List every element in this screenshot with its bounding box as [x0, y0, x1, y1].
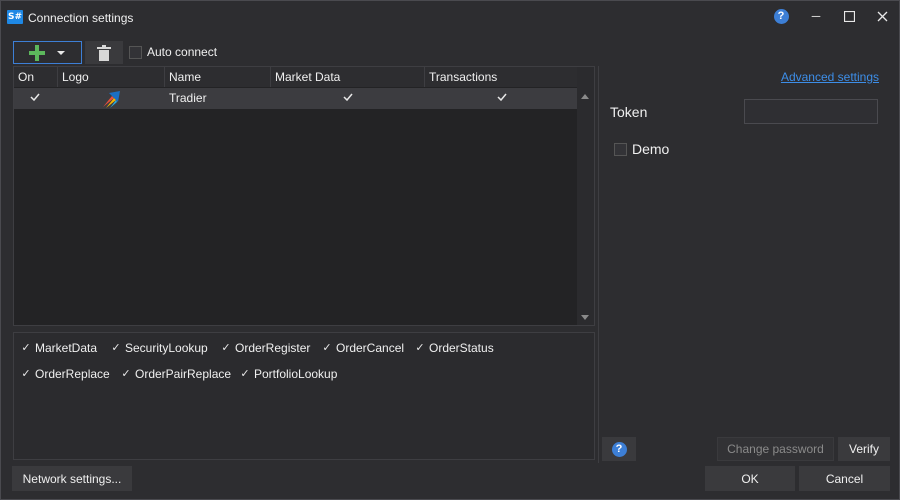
chevron-down-icon[interactable] — [56, 50, 66, 56]
capability-securitylookup[interactable]: ✓ SecurityLookup — [110, 341, 208, 355]
capability-label: SecurityLookup — [125, 341, 208, 355]
token-label: Token — [610, 104, 648, 120]
capability-label: OrderRegister — [235, 341, 311, 355]
capability-label: PortfolioLookup — [254, 367, 338, 381]
cancel-button[interactable]: Cancel — [799, 466, 890, 491]
trash-icon — [97, 44, 111, 61]
minimize-button[interactable]: ─ — [804, 6, 828, 26]
capability-orderreplace[interactable]: ✓ OrderReplace — [20, 367, 110, 381]
capability-label: OrderCancel — [336, 341, 405, 355]
check-icon: ✓ — [21, 341, 31, 354]
connections-grid: On Logo Name Market Data Transactions Tr… — [13, 66, 595, 326]
panel-divider[interactable] — [598, 66, 599, 463]
check-icon: ✓ — [221, 341, 231, 354]
column-header-name[interactable]: Name — [165, 67, 271, 87]
row-transactions-check[interactable] — [497, 88, 507, 109]
check-icon — [497, 93, 507, 102]
minimize-icon: ─ — [811, 9, 821, 23]
ok-button[interactable]: OK — [705, 466, 795, 491]
check-icon: ✓ — [322, 341, 332, 354]
demo-label: Demo — [632, 141, 670, 157]
check-icon: ✓ — [21, 367, 31, 380]
capability-label: MarketData — [35, 341, 98, 355]
auto-connect-box[interactable] — [129, 45, 142, 59]
token-input[interactable] — [744, 99, 878, 124]
check-icon — [30, 93, 40, 102]
auto-connect-label: Auto connect — [147, 45, 218, 59]
delete-connection-button[interactable] — [85, 41, 123, 64]
add-connection-button[interactable] — [13, 41, 82, 64]
check-icon: ✓ — [240, 367, 250, 380]
capability-label: OrderStatus — [429, 341, 494, 355]
capability-orderregister[interactable]: ✓ OrderRegister — [220, 341, 310, 355]
capability-orderpairreplace[interactable]: ✓ OrderPairReplace — [120, 367, 231, 381]
help-button[interactable]: ? — [769, 6, 793, 26]
grid-scrollbar[interactable] — [577, 67, 594, 325]
capabilities-panel: ✓ MarketData ✓ SecurityLookup ✓ OrderReg… — [13, 332, 595, 460]
check-icon: ✓ — [111, 341, 121, 354]
capability-marketdata[interactable]: ✓ MarketData — [20, 341, 97, 355]
advanced-settings-link[interactable]: Advanced settings — [781, 70, 879, 84]
capability-ordercancel[interactable]: ✓ OrderCancel — [321, 341, 404, 355]
check-icon: ✓ — [415, 341, 425, 354]
capability-orderstatus[interactable]: ✓ OrderStatus — [414, 341, 494, 355]
column-header-on[interactable]: On — [14, 67, 58, 87]
window-title: Connection settings — [28, 11, 134, 25]
column-header-logo[interactable]: Logo — [58, 67, 165, 87]
table-row[interactable]: Tradier — [14, 88, 578, 109]
plus-icon — [29, 44, 45, 61]
auto-connect-checkbox[interactable]: Auto connect — [129, 45, 217, 59]
check-icon — [343, 93, 353, 102]
row-market-data-check[interactable] — [343, 88, 353, 109]
column-header-transactions[interactable]: Transactions — [425, 67, 578, 87]
scroll-down-arrow-icon[interactable] — [581, 315, 589, 320]
title-bar: S# Connection settings ? ─ — [1, 1, 899, 33]
maximize-icon — [843, 10, 855, 22]
demo-checkbox[interactable]: Demo — [614, 141, 669, 157]
row-name: Tradier — [169, 91, 207, 105]
close-icon — [877, 11, 887, 21]
check-icon: ✓ — [121, 367, 131, 380]
connection-settings-window: S# Connection settings ? ─ Auto connect … — [0, 0, 900, 500]
maximize-button[interactable] — [837, 6, 861, 26]
capability-label: OrderPairReplace — [135, 367, 232, 381]
app-logo-icon: S# — [7, 10, 23, 24]
change-password-button[interactable]: Change password — [717, 437, 834, 461]
verify-button[interactable]: Verify — [838, 437, 890, 461]
close-button[interactable] — [870, 6, 894, 26]
capability-portfoliolookup[interactable]: ✓ PortfolioLookup — [239, 367, 337, 381]
column-header-market-data[interactable]: Market Data — [271, 67, 425, 87]
help-icon: ? — [611, 441, 627, 457]
demo-box[interactable] — [614, 142, 627, 156]
settings-help-button[interactable]: ? — [602, 437, 636, 461]
grid-header: On Logo Name Market Data Transactions — [14, 67, 578, 87]
capability-label: OrderReplace — [35, 367, 110, 381]
tradier-logo-icon — [100, 89, 122, 110]
help-icon: ? — [773, 8, 789, 24]
scroll-up-arrow-icon[interactable] — [581, 94, 589, 99]
network-settings-button[interactable]: Network settings... — [12, 466, 132, 491]
row-on-check[interactable] — [30, 88, 40, 109]
